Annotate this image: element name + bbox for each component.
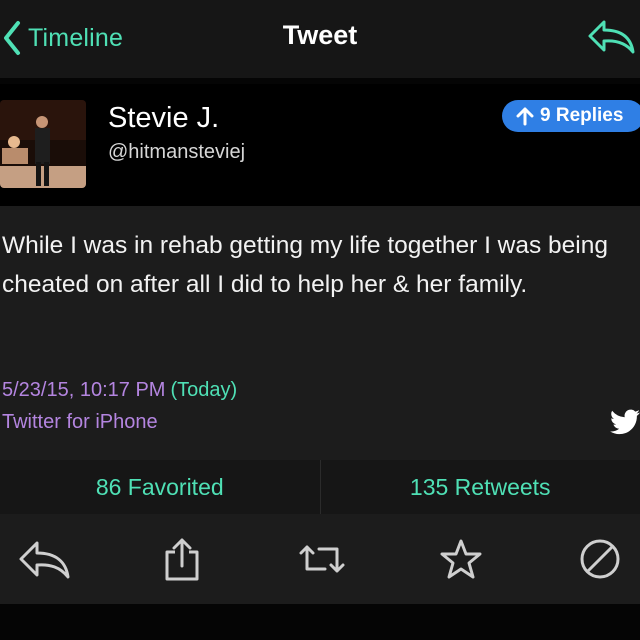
replies-button[interactable]: 9 Replies <box>502 100 640 132</box>
share-button[interactable] <box>154 534 210 584</box>
reply-button[interactable] <box>586 16 636 58</box>
page-title: Tweet <box>282 20 358 50</box>
favorited-count[interactable]: 86 Favorited <box>0 460 320 514</box>
tweet-source[interactable]: Twitter for iPhone <box>2 406 237 438</box>
reply-action-button[interactable] <box>16 534 72 584</box>
action-toolbar <box>0 514 640 604</box>
retweet-button[interactable] <box>294 534 350 584</box>
arrow-up-icon <box>516 107 534 126</box>
reply-icon <box>19 541 70 579</box>
avatar[interactable] <box>0 100 86 188</box>
tweet-date: 5/23/15, 10:17 PM <box>2 379 166 401</box>
favorite-button[interactable] <box>433 534 489 584</box>
username[interactable]: @hitmansteviej <box>108 141 245 164</box>
reply-icon <box>588 20 635 54</box>
tweet-meta: 5/23/15, 10:17 PM (Today) Twitter for iPh… <box>2 374 237 438</box>
star-icon <box>440 539 482 579</box>
tweet-header: Stevie J. @hitmansteviej 9 Replies <box>0 84 640 206</box>
navigation-bar: Timeline Tweet <box>0 0 640 78</box>
share-icon <box>165 538 199 581</box>
tweet-stats: 86 Favorited 135 Retweets <box>0 460 640 514</box>
block-button[interactable] <box>572 534 628 584</box>
tweet-relative-date: (Today) <box>170 379 238 401</box>
bottom-bar <box>0 604 640 640</box>
retweet-icon <box>299 545 345 573</box>
retweets-count[interactable]: 135 Retweets <box>321 460 640 514</box>
block-icon <box>580 539 620 579</box>
tweet-content: While I was in rehab getting my life tog… <box>0 206 640 460</box>
tweet-text: While I was in rehab getting my life tog… <box>2 232 609 298</box>
tweet-timestamp: 5/23/15, 10:17 PM (Today) <box>2 374 237 406</box>
twitter-bird-icon <box>610 409 640 435</box>
display-name[interactable]: Stevie J. <box>108 102 219 135</box>
replies-label: 9 Replies <box>540 105 624 126</box>
